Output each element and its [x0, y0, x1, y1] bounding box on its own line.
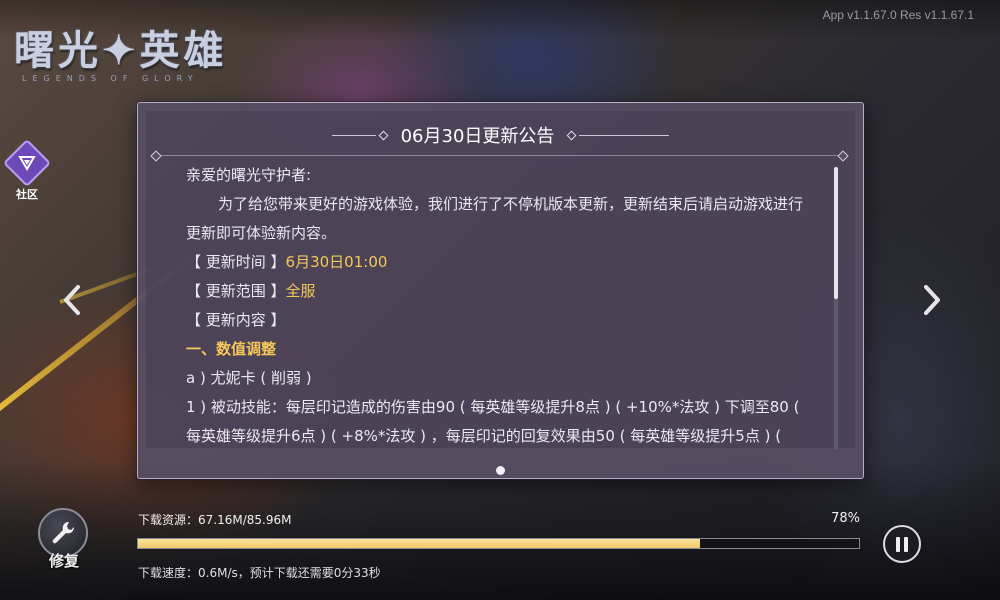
announcement-title: 06月30日更新公告 [400, 126, 555, 147]
title-ornament-line [331, 134, 376, 136]
content-scrollbar[interactable] [834, 167, 838, 449]
game-logo: 曙光✦英雄 LEGENDS OF GLORY [14, 18, 274, 88]
pause-button[interactable] [883, 525, 921, 563]
version-text: App v1.1.67.0 Res v1.1.67.1 [822, 8, 974, 22]
title-divider [158, 155, 841, 156]
section-heading: 一、数值调整 [186, 340, 277, 358]
change-detail-line: 1 ) 被动技能：每层印记造成的伤害由90 ( 每英雄等级提升8点 ) ( +1… [186, 398, 800, 445]
download-speed-text: 下载速度：0.6M/s，预计下载还需要0分33秒 [138, 566, 381, 580]
greeting-text: 亲爱的曙光守护者: [186, 166, 312, 184]
download-progress-bar [137, 538, 860, 549]
title-ornament-diamond [566, 130, 577, 140]
chevron-left-icon[interactable] [58, 283, 88, 317]
repair-button[interactable]: 修复 [38, 508, 90, 571]
update-content-label: 【 更新内容 】 [186, 311, 286, 329]
title-ornament-line [579, 134, 670, 136]
title-ornament-diamond [378, 130, 389, 140]
download-percent-text: 78% [831, 511, 860, 526]
download-progress-fill [138, 539, 701, 548]
community-button[interactable]: 社区 [2, 138, 52, 202]
intro-text: 为了给您带来更好的游戏体验，我们进行了不停机版本更新，更新结束后请启动游戏进行更… [186, 195, 804, 242]
download-resource-text: 下载资源：67.16M/85.96M [138, 513, 292, 527]
update-time-value: 6月30日01:00 [285, 253, 388, 271]
community-badge-icon [2, 138, 52, 188]
repair-label: 修复 [48, 552, 79, 570]
update-scope-row: 【 更新范围 】全服 [186, 277, 812, 306]
chevron-right-icon[interactable] [916, 283, 946, 317]
announcement-dialog: 06月30日更新公告 亲爱的曙光守护者: 为了给您带来更好的游戏体验，我们进行了… [137, 102, 864, 479]
scrollbar-thumb[interactable] [834, 167, 838, 299]
pause-icon [896, 536, 900, 552]
update-time-label: 【 更新时间 】 [186, 253, 286, 271]
update-scope-value: 全服 [285, 282, 316, 300]
update-scope-label: 【 更新范围 】 [186, 282, 286, 300]
page-indicator-dot[interactable] [496, 466, 505, 475]
logo-subtitle: LEGENDS OF GLORY [22, 74, 199, 83]
dialog-title-row: 06月30日更新公告 [138, 119, 863, 151]
announcement-content[interactable]: 亲爱的曙光守护者: 为了给您带来更好的游戏体验，我们进行了不停机版本更新，更新结… [186, 161, 812, 451]
pause-icon [904, 536, 908, 552]
logo-title: 曙光✦英雄 [14, 27, 228, 74]
community-label: 社区 [16, 188, 38, 201]
hero-change-line: a ) 尤妮卡 ( 削弱 ) [186, 369, 312, 387]
update-time-row: 【 更新时间 】6月30日01:00 [186, 248, 812, 277]
